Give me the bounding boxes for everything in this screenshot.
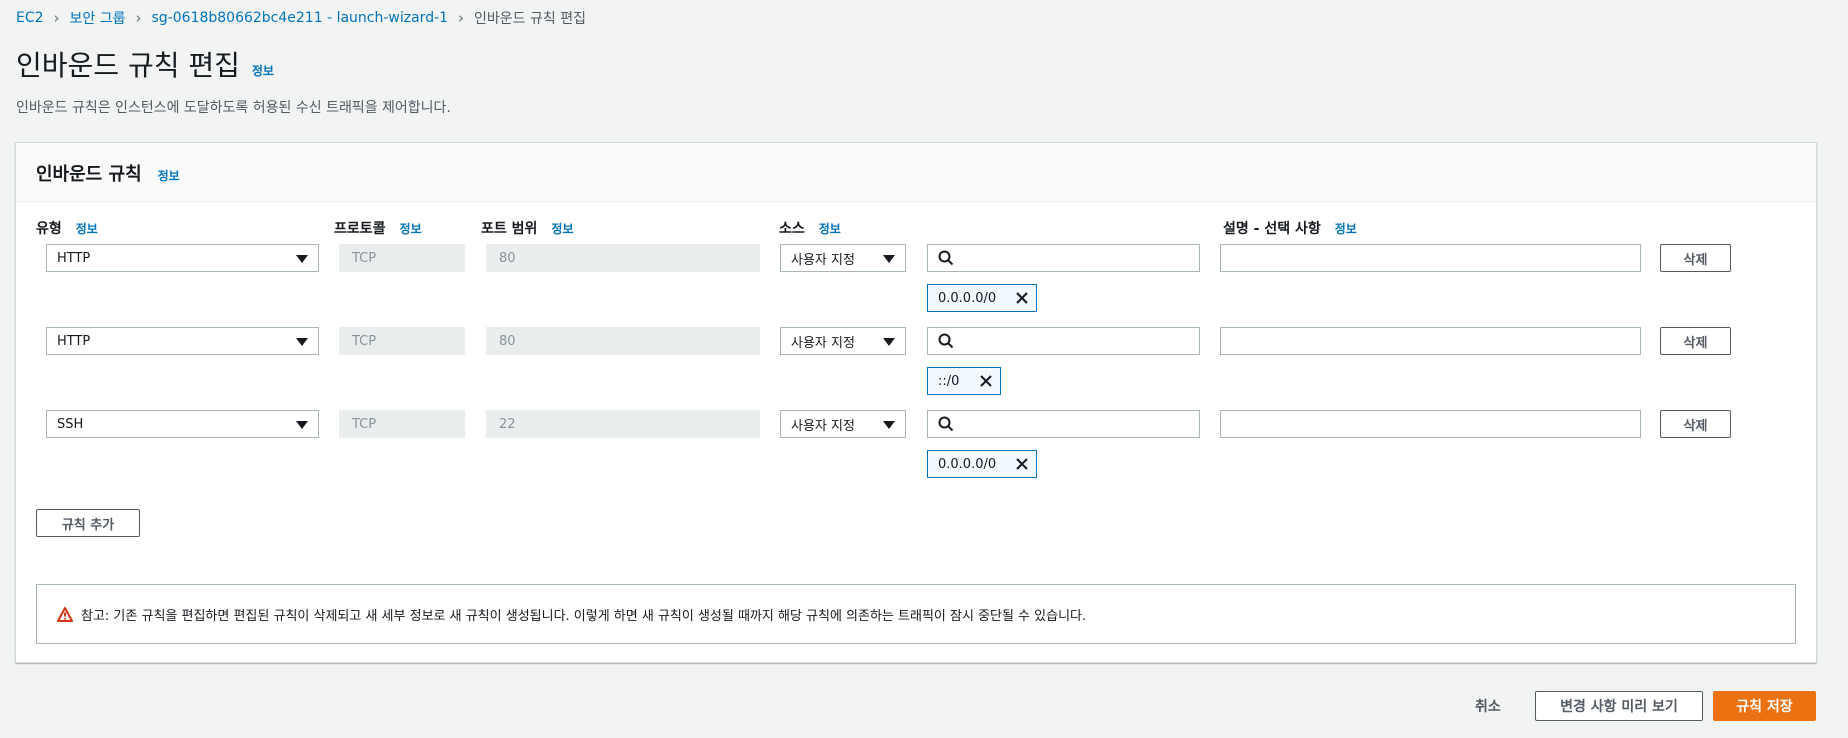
page-description: 인바운드 규칙은 인스턴스에 도달하도록 허용된 수신 트래픽을 제어합니다. <box>16 100 451 116</box>
inbound-rules-panel: 인바운드 규칙 정보 유형 정보 프로토콜 정보 포트 범위 정보 소스 정보 … <box>15 142 1817 663</box>
cancel-button[interactable]: 취소 <box>1475 696 1501 716</box>
page-title: 인바운드 규칙 편집 정보 <box>16 44 274 84</box>
alert-text: 참고: 기존 규칙을 편집하면 편집된 규칙이 삭제되고 새 세부 정보로 새 … <box>81 608 1087 624</box>
rule-port-field: 80 <box>486 327 760 355</box>
source-token: 0.0.0.0/0 <box>927 284 1037 312</box>
description-info-link[interactable]: 정보 <box>1335 220 1357 237</box>
panel-header: 인바운드 규칙 정보 <box>16 143 1816 202</box>
breadcrumb-security-group[interactable]: sg-0618b80662bc4e211 - launch-wizard-1 <box>152 10 449 26</box>
save-rules-button[interactable]: 규칙 저장 <box>1713 691 1816 721</box>
source-token-value: 0.0.0.0/0 <box>938 456 997 472</box>
chevron-right-icon: › <box>135 9 142 27</box>
breadcrumb-current: 인바운드 규칙 편집 <box>474 11 586 27</box>
rule-protocol-field: TCP <box>339 244 465 272</box>
rule-protocol-field: TCP <box>339 327 465 355</box>
delete-rule-button[interactable]: 삭제 <box>1660 244 1731 272</box>
column-description-label: 설명 - 선택 사항 <box>1223 221 1321 237</box>
source-token-value: 0.0.0.0/0 <box>938 290 997 306</box>
rule-type-select[interactable]: HTTP <box>46 327 319 355</box>
column-port-range: 포트 범위 정보 <box>481 218 574 238</box>
source-token-value: ::/0 <box>938 373 960 389</box>
rule-type-select[interactable]: HTTP <box>46 244 319 272</box>
rule-source-value: 사용자 지정 <box>791 335 855 351</box>
rule-type-select[interactable]: SSH <box>46 410 319 438</box>
caret-down-icon <box>883 338 895 346</box>
rule-source-search-input[interactable] <box>927 410 1200 438</box>
breadcrumb-ec2[interactable]: EC2 <box>16 10 44 26</box>
search-icon <box>938 416 954 432</box>
panel-info-link[interactable]: 정보 <box>158 167 180 184</box>
rule-source-select[interactable]: 사용자 지정 <box>780 410 906 438</box>
caret-down-icon <box>883 421 895 429</box>
column-description: 설명 - 선택 사항 정보 <box>1223 218 1357 238</box>
source-token: 0.0.0.0/0 <box>927 450 1037 478</box>
chevron-right-icon: › <box>53 9 60 27</box>
panel-title: 인바운드 규칙 정보 <box>36 160 180 186</box>
column-type: 유형 정보 <box>36 218 98 238</box>
warning-icon <box>57 606 73 622</box>
column-protocol: 프로토콜 정보 <box>334 218 422 238</box>
rule-type-value: SSH <box>57 416 84 432</box>
page-info-link[interactable]: 정보 <box>252 62 274 79</box>
column-type-label: 유형 <box>36 221 62 237</box>
source-token: ::/0 <box>927 367 1001 395</box>
chevron-right-icon: › <box>458 9 465 27</box>
delete-rule-button[interactable]: 삭제 <box>1660 410 1731 438</box>
rule-port-field: 22 <box>486 410 760 438</box>
port-range-info-link[interactable]: 정보 <box>551 220 573 237</box>
preview-changes-button[interactable]: 변경 사항 미리 보기 <box>1535 691 1703 721</box>
rule-source-value: 사용자 지정 <box>791 418 855 434</box>
rule-source-select[interactable]: 사용자 지정 <box>780 327 906 355</box>
rule-protocol-field: TCP <box>339 410 465 438</box>
caret-down-icon <box>883 255 895 263</box>
rule-source-select[interactable]: 사용자 지정 <box>780 244 906 272</box>
rule-source-search-input[interactable] <box>927 327 1200 355</box>
caret-down-icon <box>296 421 308 429</box>
source-info-link[interactable]: 정보 <box>819 220 841 237</box>
column-source: 소스 정보 <box>779 218 841 238</box>
rule-description-input[interactable] <box>1220 244 1641 272</box>
caret-down-icon <box>296 255 308 263</box>
add-rule-button[interactable]: 규칙 추가 <box>36 509 140 537</box>
edit-warning-alert: 참고: 기존 규칙을 편집하면 편집된 규칙이 삭제되고 새 세부 정보로 새 … <box>36 584 1796 644</box>
rule-description-input[interactable] <box>1220 327 1641 355</box>
type-info-link[interactable]: 정보 <box>76 220 98 237</box>
column-protocol-label: 프로토콜 <box>334 221 386 237</box>
rule-type-value: HTTP <box>57 333 91 349</box>
rule-type-value: HTTP <box>57 250 91 266</box>
breadcrumb: EC2 › 보안 그룹 › sg-0618b80662bc4e211 - lau… <box>16 8 586 28</box>
column-source-label: 소스 <box>779 221 805 237</box>
close-icon[interactable] <box>1015 291 1029 305</box>
close-icon[interactable] <box>979 374 993 388</box>
search-icon <box>938 333 954 349</box>
rule-port-field: 80 <box>486 244 760 272</box>
page-title-text: 인바운드 규칙 편집 <box>16 49 240 82</box>
protocol-info-link[interactable]: 정보 <box>400 220 422 237</box>
panel-title-text: 인바운드 규칙 <box>36 164 142 185</box>
close-icon[interactable] <box>1015 457 1029 471</box>
caret-down-icon <box>296 338 308 346</box>
rule-source-value: 사용자 지정 <box>791 252 855 268</box>
rule-description-input[interactable] <box>1220 410 1641 438</box>
breadcrumb-security-groups[interactable]: 보안 그룹 <box>70 8 126 28</box>
delete-rule-button[interactable]: 삭제 <box>1660 327 1731 355</box>
rule-source-search-input[interactable] <box>927 244 1200 272</box>
search-icon <box>938 250 954 266</box>
column-port-range-label: 포트 범위 <box>481 221 538 237</box>
